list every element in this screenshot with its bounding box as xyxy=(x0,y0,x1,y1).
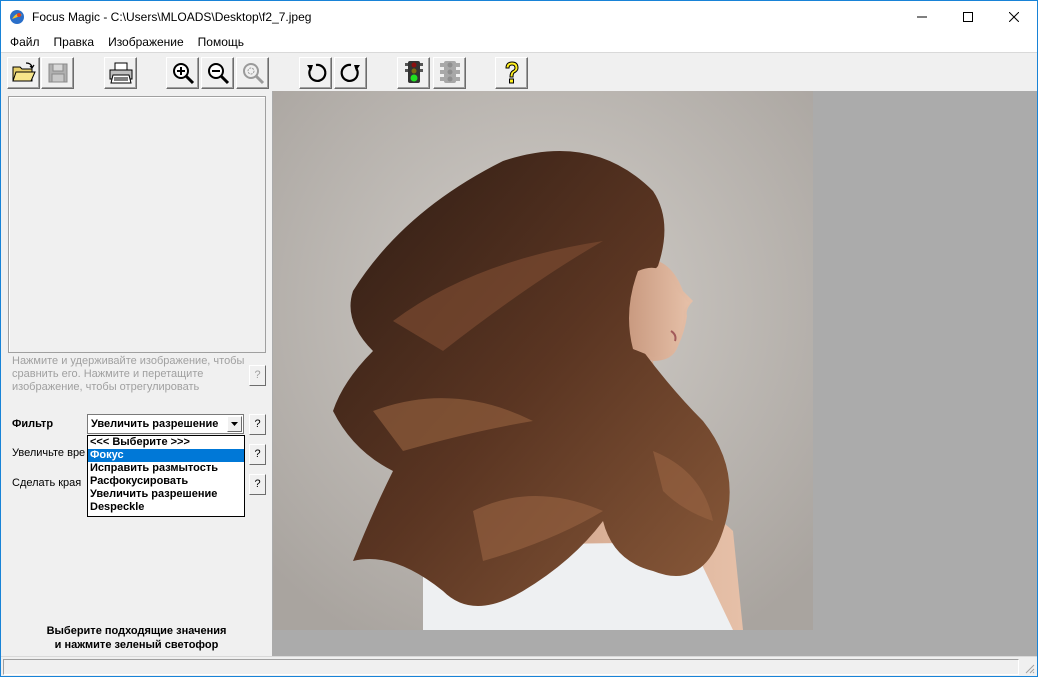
rotate-left-button[interactable] xyxy=(299,57,332,89)
preview-hint: Нажмите и удерживайте изображение, чтобы… xyxy=(12,355,245,393)
zoom-out-button[interactable] xyxy=(201,57,234,89)
zoom-out-icon xyxy=(207,63,229,85)
stop-button[interactable] xyxy=(433,57,466,89)
print-button[interactable] xyxy=(104,57,137,89)
menu-image[interactable]: Изображение xyxy=(101,32,191,52)
menu-bar: Файл Правка Изображение Помощь xyxy=(1,32,1037,52)
bottom-instruction-line2: и нажмите зеленый светофор xyxy=(54,639,219,651)
rotate-right-button[interactable] xyxy=(334,57,367,89)
run-filter-button[interactable] xyxy=(397,57,430,89)
open-folder-icon xyxy=(11,62,36,82)
zoom-fit-icon xyxy=(242,63,264,85)
print-icon xyxy=(109,62,132,84)
chevron-down-icon xyxy=(231,422,238,426)
open-button[interactable] xyxy=(7,57,40,89)
toolbar xyxy=(1,52,1037,91)
menu-help[interactable]: Помощь xyxy=(191,32,251,52)
title-bar[interactable]: Focus Magic - C:\Users\MLOADS\Desktop\f2… xyxy=(1,1,1037,32)
rotate-right-icon xyxy=(340,63,360,82)
dropdown-item[interactable]: Исправить размытость xyxy=(88,462,244,475)
left-panel: Нажмите и удерживайте изображение, чтобы… xyxy=(1,91,272,656)
bottom-instruction-line1: Выберите подходящие значения xyxy=(46,625,227,637)
filter-help-button[interactable]: ? xyxy=(249,414,266,435)
filter-label: Фильтр xyxy=(12,418,54,430)
close-icon xyxy=(1009,11,1019,22)
dropdown-item[interactable]: Расфокусировать xyxy=(88,475,244,488)
zoom-in-icon xyxy=(172,63,194,85)
filter-dropdown-arrow[interactable] xyxy=(227,416,242,432)
dropdown-item[interactable]: Despeckle xyxy=(88,501,244,514)
zoom-in-button[interactable] xyxy=(166,57,199,89)
edges-help-button[interactable]: ? xyxy=(249,474,266,495)
status-bar xyxy=(1,656,1037,676)
help-question-icon xyxy=(504,61,519,84)
preview-box[interactable] xyxy=(8,96,266,353)
maximize-button[interactable] xyxy=(945,1,991,32)
status-pane xyxy=(3,659,1019,675)
focus-magic-app-icon xyxy=(10,9,24,24)
image-canvas[interactable] xyxy=(272,91,1037,656)
filter-select-value: Увеличить разрешение xyxy=(91,418,219,430)
save-button[interactable] xyxy=(41,57,74,89)
traffic-light-off-icon xyxy=(439,61,460,83)
zoom-fit-button[interactable] xyxy=(236,57,269,89)
traffic-light-green-icon xyxy=(404,61,423,83)
save-disk-icon xyxy=(48,63,67,83)
window-title: Focus Magic - C:\Users\MLOADS\Desktop\f2… xyxy=(32,9,312,24)
close-button[interactable] xyxy=(991,1,1037,32)
dropdown-item[interactable]: Увеличить разрешение xyxy=(88,488,244,501)
menu-edit[interactable]: Правка xyxy=(47,32,102,52)
help-button[interactable] xyxy=(495,57,528,89)
bottom-instruction: Выберите подходящие значения и нажмите з… xyxy=(1,624,272,652)
preview-help-button[interactable]: ? xyxy=(249,365,266,386)
filter-select[interactable]: Увеличить разрешение xyxy=(87,414,244,434)
increase-label: Увеличьте вре xyxy=(12,447,86,459)
dropdown-item-selected[interactable]: Фокус xyxy=(88,449,244,462)
menu-file[interactable]: Файл xyxy=(3,32,47,52)
edges-label: Сделать края xyxy=(12,477,82,489)
resize-grip-icon[interactable] xyxy=(1023,662,1035,674)
increase-help-button[interactable]: ? xyxy=(249,444,266,465)
filter-dropdown-list: <<< Выберите >>> Фокус Исправить размыто… xyxy=(87,435,245,517)
minimize-button[interactable] xyxy=(899,1,945,32)
rotate-left-icon xyxy=(306,63,326,82)
dropdown-item[interactable]: <<< Выберите >>> xyxy=(88,436,244,449)
minimize-icon xyxy=(917,16,927,17)
portrait-image xyxy=(273,91,813,630)
maximize-icon xyxy=(963,11,973,22)
photo[interactable] xyxy=(273,91,813,630)
